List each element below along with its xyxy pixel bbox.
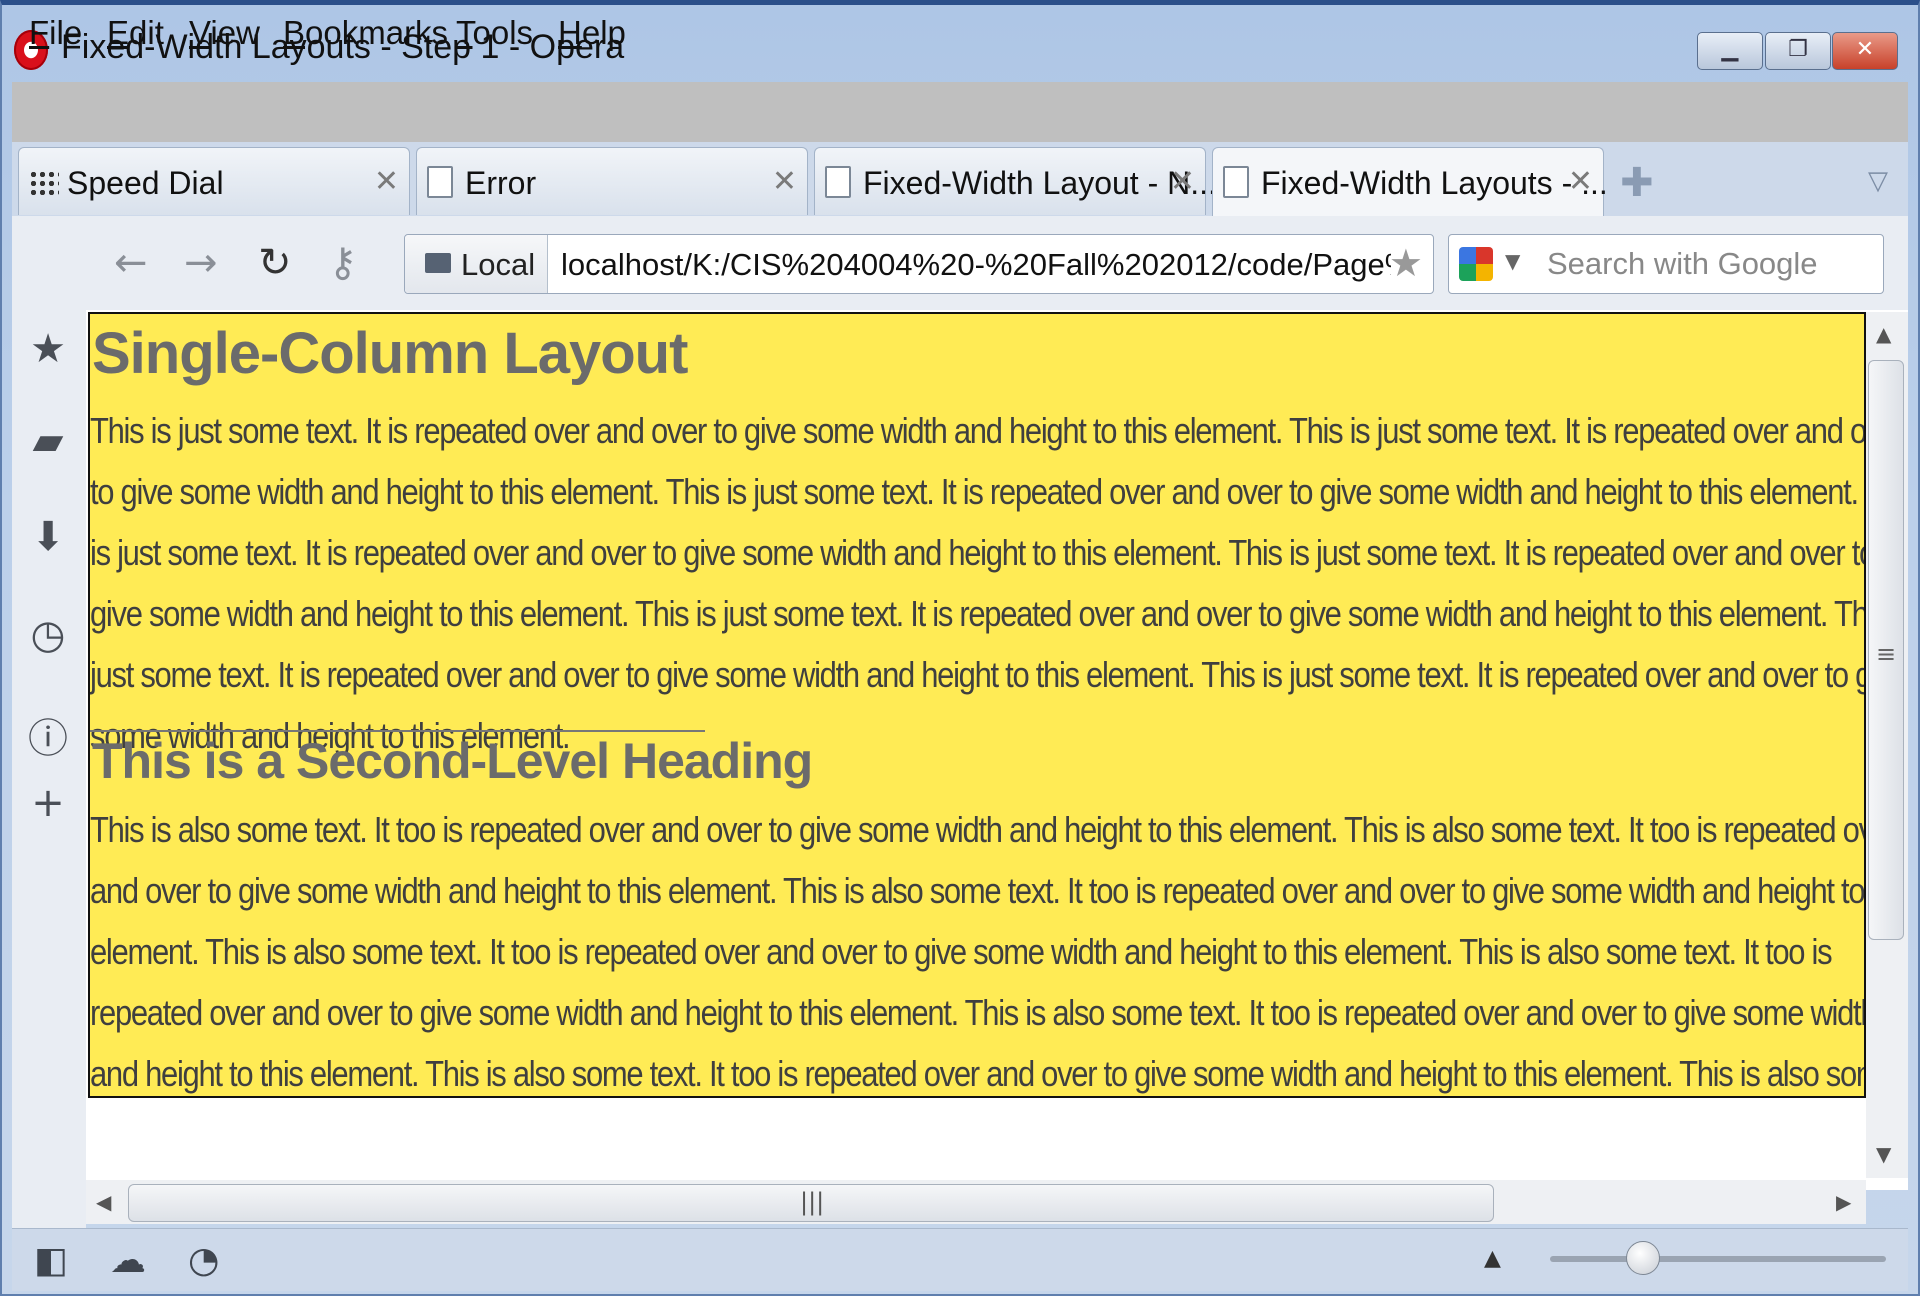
tab-speed-dial[interactable]: Speed Dial ✕ (18, 147, 410, 215)
url-field[interactable]: localhost/K:/CIS%204004%20-%20Fall%20201… (561, 247, 1391, 283)
document-icon (825, 166, 851, 198)
scroll-grip-icon: ||| (800, 1188, 825, 1216)
google-search-engine-icon[interactable] (1459, 247, 1493, 281)
scroll-right-arrow-icon[interactable]: ▶ (1836, 1190, 1851, 1214)
menu-view[interactable]: View (189, 14, 260, 52)
scroll-left-arrow-icon[interactable]: ◀ (96, 1190, 111, 1214)
local-badge[interactable]: Local (405, 235, 548, 293)
scroll-grip-icon: ≡ (1876, 640, 1897, 668)
menu-bookmarks[interactable]: Bookmarks (283, 14, 448, 52)
document-icon (1223, 166, 1249, 198)
history-clock-icon[interactable]: ◷ (26, 612, 70, 658)
close-window-button[interactable]: ✕ (1832, 32, 1898, 70)
reload-icon[interactable]: ↻ (258, 240, 292, 286)
address-bar[interactable]: Local localhost/K:/CIS%204004%20-%20Fall… (404, 234, 1434, 294)
tab-close-icon[interactable]: ✕ (374, 164, 399, 199)
tab-label: Speed Dial (67, 165, 224, 201)
zoom-slider-knob[interactable] (1626, 1241, 1660, 1275)
menu-edit[interactable]: Edit (107, 14, 164, 52)
tab-fixed-width-layout[interactable]: Fixed-Width Layout - N... ✕ (814, 147, 1217, 215)
key-icon[interactable]: ⚷ (328, 240, 357, 286)
tab-error[interactable]: Error ✕ (416, 147, 808, 215)
minimize-button[interactable]: ▁ (1697, 32, 1763, 70)
document-icon (427, 166, 453, 198)
tab-close-icon[interactable]: ✕ (1568, 164, 1593, 199)
menu-bar (12, 82, 1908, 142)
second-level-heading: This is a Second-Level Heading (92, 733, 813, 789)
forward-arrow-icon[interactable]: → (184, 240, 218, 286)
back-arrow-icon[interactable]: ← (114, 240, 148, 286)
tab-fixed-width-layouts-active[interactable]: Fixed-Width Layouts - ... ✕ (1212, 147, 1608, 217)
notes-icon[interactable]: ▰ (26, 418, 70, 464)
local-label: Local (461, 247, 536, 282)
panel-toggle-icon[interactable]: ◧ (34, 1240, 68, 1281)
scroll-up-arrow-icon[interactable]: ▲ (1876, 322, 1891, 346)
menu-file[interactable]: File (29, 14, 82, 52)
monitor-icon (425, 253, 451, 273)
bookmarks-star-icon[interactable]: ★ (26, 326, 70, 372)
zoom-menu-arrow-icon[interactable]: ▲ (1484, 1246, 1501, 1271)
menu-help[interactable]: Help (558, 14, 626, 52)
speed-dial-icon (29, 170, 59, 197)
info-icon[interactable]: ⓘ (26, 706, 70, 764)
new-tab-plus-icon[interactable]: ✚ (1620, 160, 1654, 206)
yellow-content-box: Single-Column Layout This is just some t… (88, 312, 1866, 1098)
tab-close-icon[interactable]: ✕ (772, 164, 797, 199)
add-panel-plus-icon[interactable]: + (26, 780, 70, 826)
menu-tools[interactable]: Tools (456, 14, 533, 52)
bookmark-star-icon[interactable]: ★ (1389, 241, 1423, 285)
tab-label: Fixed-Width Layouts - ... (1261, 165, 1608, 201)
opera-unite-cloud-icon[interactable]: ☁ (110, 1240, 146, 1281)
zoom-slider[interactable] (1550, 1256, 1886, 1262)
tab-label: Error (465, 165, 537, 201)
maximize-button[interactable]: ❐ (1765, 32, 1831, 70)
paragraph-two: This is also some text. It too is repeat… (90, 809, 1865, 1094)
scroll-down-arrow-icon[interactable]: ▼ (1876, 1142, 1891, 1166)
search-box[interactable]: ▼ (1448, 234, 1884, 294)
turbo-speedometer-icon[interactable]: ◔ (188, 1240, 219, 1281)
tab-close-icon[interactable]: ✕ (1170, 164, 1195, 199)
page-heading: Single-Column Layout (92, 321, 688, 386)
search-engine-dropdown-icon[interactable]: ▼ (1505, 249, 1520, 273)
downloads-icon[interactable]: ⬇ (26, 514, 70, 560)
tab-list-chevron-icon[interactable]: ▽ (1868, 166, 1888, 196)
search-input[interactable] (1545, 245, 1869, 283)
paragraph-one: This is just some text. It is repeated o… (90, 410, 1866, 756)
tab-label: Fixed-Width Layout - N... (863, 165, 1217, 201)
